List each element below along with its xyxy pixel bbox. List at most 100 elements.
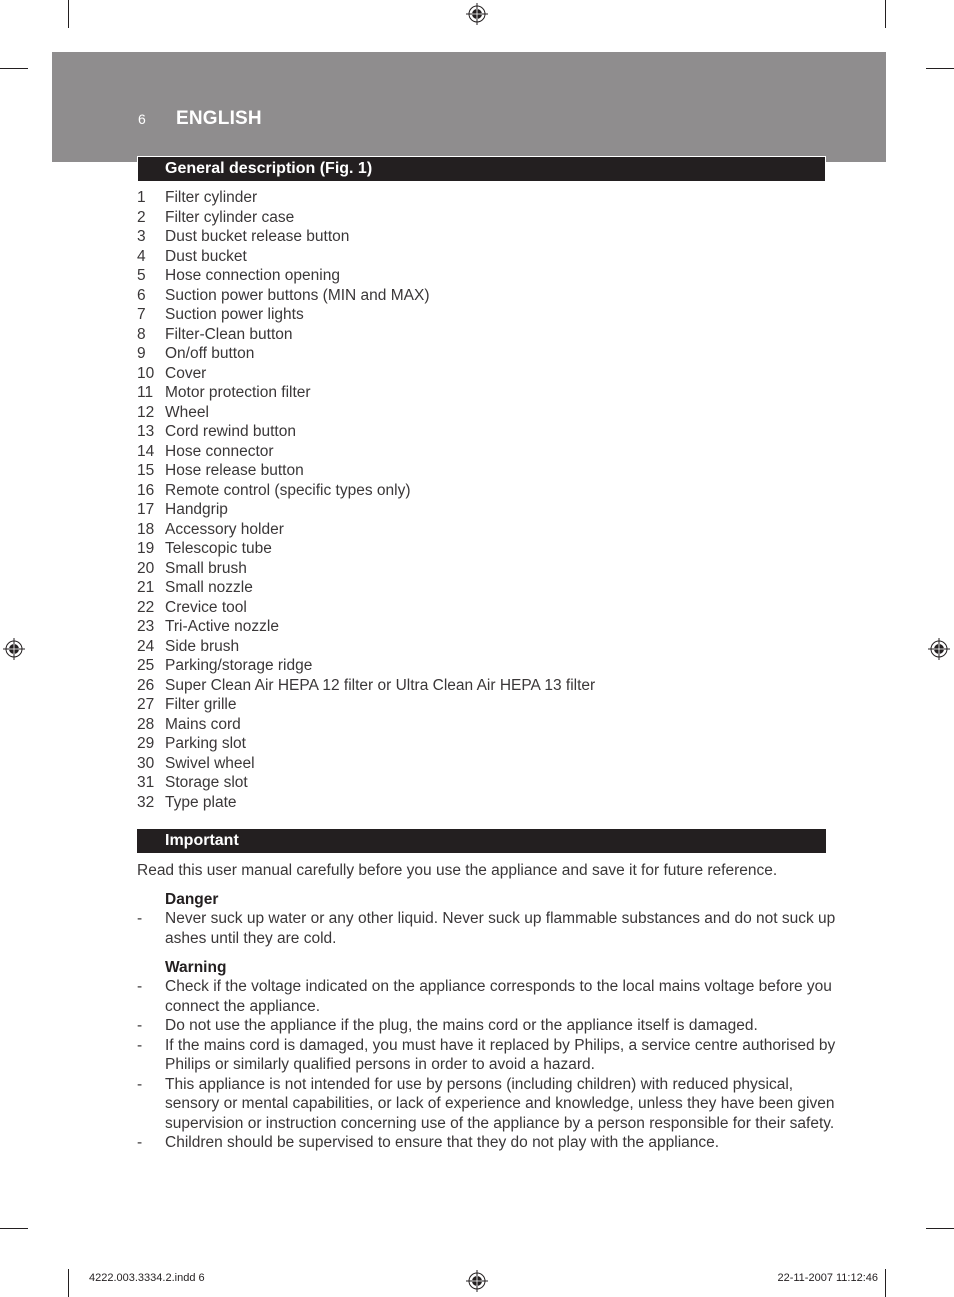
list-item: 18 Accessory holder (137, 520, 595, 540)
item-label: Parking slot (165, 735, 246, 752)
item-number: 16 (137, 481, 155, 499)
bullet-text: Never suck up water or any other liquid.… (165, 910, 836, 947)
item-label: Remote control (specific types only) (165, 481, 411, 499)
item-label: Suction power lights (165, 306, 304, 323)
list-item: 23 Tri-Active nozzle (137, 617, 595, 637)
bullet-dash: - (137, 1017, 143, 1034)
registration-mark-icon (928, 638, 950, 660)
item-number: 4 (137, 247, 146, 265)
parts-list: 1 Filter cylinder 2 Filter cylinder case 3 Du… (137, 188, 595, 812)
crop-mark (68, 0, 69, 28)
item-number: 7 (137, 306, 146, 323)
slug-filename: 4222.003.3334.2.indd 6 (89, 1272, 205, 1284)
item-label: Type plate (165, 793, 237, 811)
crop-mark (885, 0, 886, 28)
list-item: 17 Handgrip (137, 500, 595, 520)
list-item: 10 Cover (137, 364, 595, 384)
list-item: 3 Dust bucket release button (137, 227, 595, 247)
list-item: 26 Super Clean Air HEPA 12 filter or Ultr… (137, 676, 595, 696)
item-number: 31 (137, 774, 155, 791)
item-label: Tri-Active nozzle (165, 618, 279, 635)
header-band (52, 52, 886, 162)
page-number: 6 (138, 111, 146, 127)
list-item: 19 Telescopic tube (137, 539, 595, 559)
item-number: 13 (137, 423, 155, 440)
section-heading-general-description: General description (Fig. 1) (137, 156, 826, 181)
item-label: Wheel (165, 403, 209, 421)
item-number: 23 (137, 618, 155, 635)
item-number: 24 (137, 637, 155, 655)
crop-mark (0, 1228, 28, 1229)
crop-mark (0, 68, 28, 69)
list-item: 29 Parking slot (137, 734, 595, 754)
important-intro: Read this user manual carefully before y… (137, 862, 778, 879)
list-item: 2 Filter cylinder case (137, 208, 595, 228)
item-label: Storage slot (165, 774, 248, 791)
crop-mark (926, 1228, 954, 1229)
bullet-text: Children should be supervised to ensure … (165, 1134, 720, 1151)
item-number: 9 (137, 345, 146, 362)
bullet-dash: - (137, 910, 143, 927)
item-label: Accessory holder (165, 520, 284, 538)
item-label: Dust bucket release button (165, 228, 350, 245)
list-item: 15 Hose release button (137, 461, 595, 481)
item-label: Cover (165, 364, 207, 382)
item-label: Side brush (165, 637, 240, 655)
crop-mark (926, 68, 954, 69)
warning-heading: Warning (165, 959, 227, 976)
bullet-item: - Never suck up water or any other liquid… (137, 909, 837, 948)
item-number: 15 (137, 462, 155, 479)
item-number: 17 (137, 501, 155, 518)
bullet-dash: - (137, 1134, 143, 1151)
item-label: Filter-Clean button (165, 325, 293, 343)
list-item: 32 Type plate (137, 793, 595, 813)
bullet-dash: - (137, 978, 143, 995)
list-item: 14 Hose connector (137, 442, 595, 462)
item-number: 25 (137, 657, 155, 674)
item-number: 3 (137, 228, 146, 245)
registration-mark-icon (3, 638, 25, 660)
section-heading-important: Important (137, 829, 826, 853)
item-label: Filter cylinder case (165, 208, 295, 226)
item-label: Hose connection opening (165, 267, 340, 284)
item-label: Dust bucket (165, 247, 247, 265)
item-number: 27 (137, 696, 155, 713)
list-item: 6 Suction power buttons (MIN and MAX) (137, 286, 595, 306)
item-label: Swivel wheel (165, 754, 255, 772)
bullet-text: If the mains cord is damaged, you must h… (165, 1036, 836, 1074)
item-label: Parking/storage ridge (165, 657, 313, 674)
item-number: 14 (137, 442, 155, 460)
item-number: 12 (137, 403, 155, 421)
list-item: 27 Filter grille (137, 695, 595, 715)
item-number: 11 (137, 384, 154, 401)
item-number: 20 (137, 559, 155, 577)
item-number: 28 (137, 715, 155, 733)
bullet-text: Check if the voltage indicated on the ap… (165, 978, 832, 1015)
bullet-item: - Check if the voltage indicated on the a… (137, 977, 837, 1016)
item-label: Suction power buttons (MIN and MAX) (165, 286, 430, 304)
warning-list: - Check if the voltage indicated on the a… (137, 977, 837, 1153)
bullet-dash: - (137, 1036, 143, 1054)
item-label: Filter grille (165, 696, 237, 713)
item-number: 19 (137, 540, 155, 557)
item-label: Telescopic tube (165, 540, 272, 557)
item-number: 30 (137, 754, 155, 772)
crop-mark (68, 1269, 69, 1297)
bullet-text: This appliance is not intended for use b… (165, 1075, 835, 1132)
item-number: 18 (137, 520, 155, 538)
item-label: Super Clean Air HEPA 12 filter or Ultra … (165, 676, 596, 694)
danger-list: - Never suck up water or any other liquid… (137, 909, 837, 948)
list-item: 9 On/off button (137, 344, 595, 364)
list-item: 22 Crevice tool (137, 598, 595, 618)
registration-mark-icon (466, 3, 488, 25)
item-label: Cord rewind button (165, 423, 296, 440)
list-item: 24 Side brush (137, 637, 595, 657)
item-number: 8 (137, 325, 146, 343)
item-label: Small brush (165, 559, 247, 577)
crop-mark (885, 1269, 886, 1297)
list-item: 7 Suction power lights (137, 305, 595, 325)
item-label: Handgrip (165, 501, 228, 518)
list-item: 28 Mains cord (137, 715, 595, 735)
registration-mark-icon (466, 1270, 488, 1292)
slug-timestamp: 22-11-2007 11:12:46 (777, 1272, 878, 1284)
